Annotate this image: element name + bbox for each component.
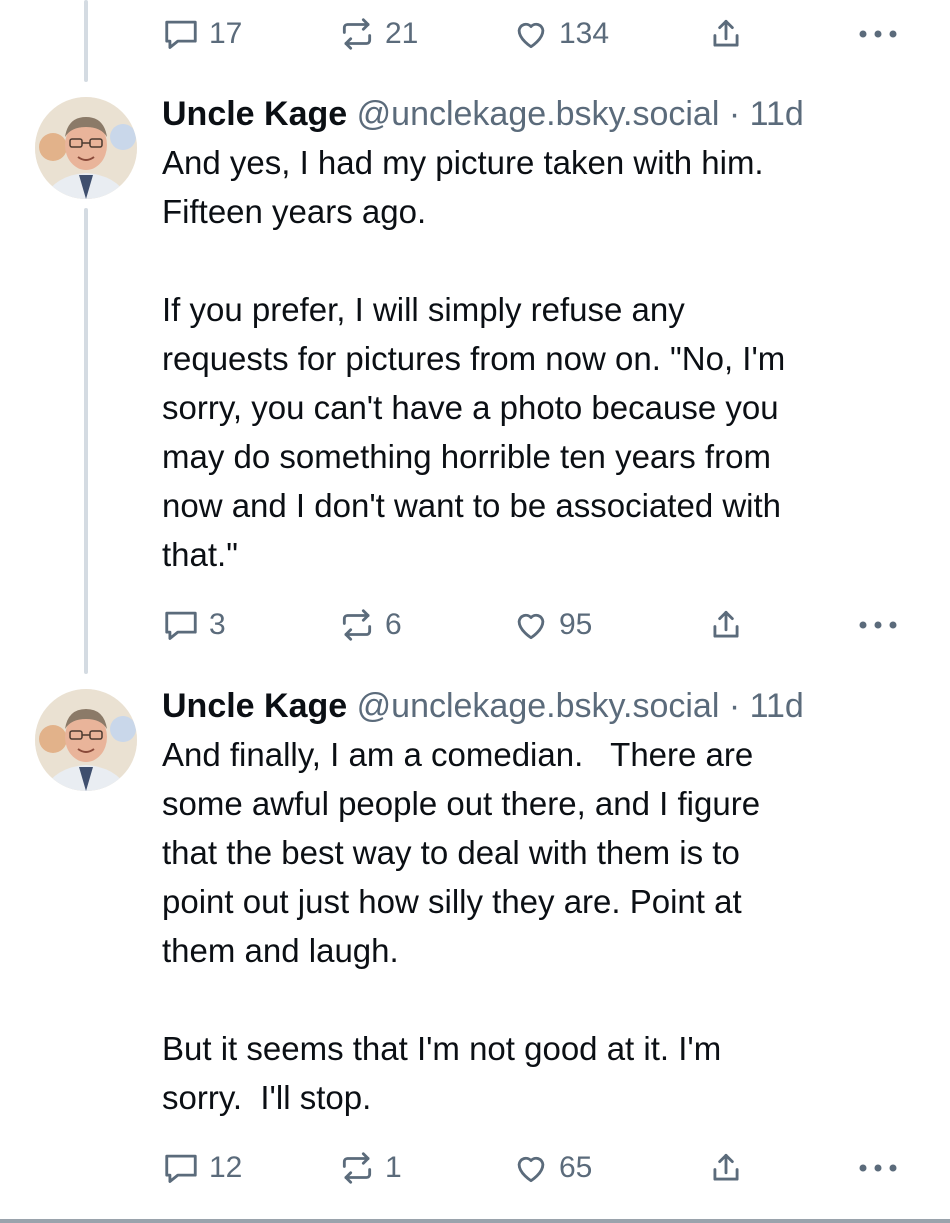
repost-count: 6	[385, 608, 402, 641]
heart-icon	[512, 15, 550, 53]
ellipsis-icon	[857, 619, 899, 631]
author-handle[interactable]: @unclekage.bsky.social	[357, 687, 720, 725]
more-options-button[interactable]	[857, 605, 899, 645]
post-actions: 3 6 95	[162, 605, 922, 645]
share-upload-icon	[707, 606, 745, 644]
more-options-button[interactable]	[857, 14, 899, 54]
share-button[interactable]	[707, 14, 745, 54]
like-count: 134	[559, 17, 610, 50]
repost-button[interactable]: 6	[338, 605, 402, 645]
like-button[interactable]: 134	[512, 14, 609, 54]
repost-arrows-icon	[338, 1149, 376, 1187]
share-upload-icon	[707, 15, 745, 53]
author-handle[interactable]: @unclekage.bsky.social	[357, 95, 720, 133]
reply-count: 12	[209, 1151, 243, 1184]
repost-count: 1	[385, 1151, 402, 1184]
separator: ·	[728, 95, 741, 133]
more-options-button[interactable]	[857, 1148, 899, 1188]
avatar[interactable]	[35, 97, 137, 199]
post-time[interactable]: 11d	[750, 687, 804, 725]
like-count: 65	[559, 1151, 593, 1184]
thread-line-top	[84, 0, 88, 82]
prev-post-actions: 17 21 134	[162, 14, 922, 54]
share-button[interactable]	[707, 1148, 745, 1188]
reply-button[interactable]: 3	[162, 605, 226, 645]
repost-arrows-icon	[338, 606, 376, 644]
thread-line-middle	[84, 208, 88, 674]
separator: ·	[728, 687, 741, 725]
post-text: And yes, I had my picture taken with him…	[162, 144, 786, 573]
speech-bubble-icon	[162, 15, 200, 53]
like-button[interactable]: 65	[512, 1148, 592, 1188]
heart-icon	[512, 606, 550, 644]
repost-arrows-icon	[338, 15, 376, 53]
ellipsis-icon	[857, 1162, 899, 1174]
reply-button[interactable]: 17	[162, 14, 242, 54]
heart-icon	[512, 1149, 550, 1187]
like-button[interactable]: 95	[512, 605, 592, 645]
bottom-divider	[0, 1219, 950, 1223]
avatar[interactable]	[35, 689, 137, 791]
share-upload-icon	[707, 1149, 745, 1187]
reply-button[interactable]: 12	[162, 1148, 242, 1188]
like-count: 95	[559, 608, 593, 641]
speech-bubble-icon	[162, 606, 200, 644]
post-actions: 12 1 65	[162, 1148, 922, 1188]
author-name[interactable]: Uncle Kage	[162, 95, 347, 133]
author-name[interactable]: Uncle Kage	[162, 687, 347, 725]
post-header: Uncle Kage @unclekage.bsky.social · 11d	[162, 92, 922, 136]
share-button[interactable]	[707, 605, 745, 645]
repost-button[interactable]: 1	[338, 1148, 402, 1188]
post-time[interactable]: 11d	[750, 95, 804, 133]
repost-button[interactable]: 21	[338, 14, 418, 54]
reply-count: 3	[209, 608, 226, 641]
repost-count: 21	[385, 17, 419, 50]
post-text: And finally, I am a comedian. There are …	[162, 736, 761, 1116]
reply-count: 17	[209, 17, 243, 50]
post-header: Uncle Kage @unclekage.bsky.social · 11d	[162, 684, 922, 728]
speech-bubble-icon	[162, 1149, 200, 1187]
ellipsis-icon	[857, 28, 899, 40]
